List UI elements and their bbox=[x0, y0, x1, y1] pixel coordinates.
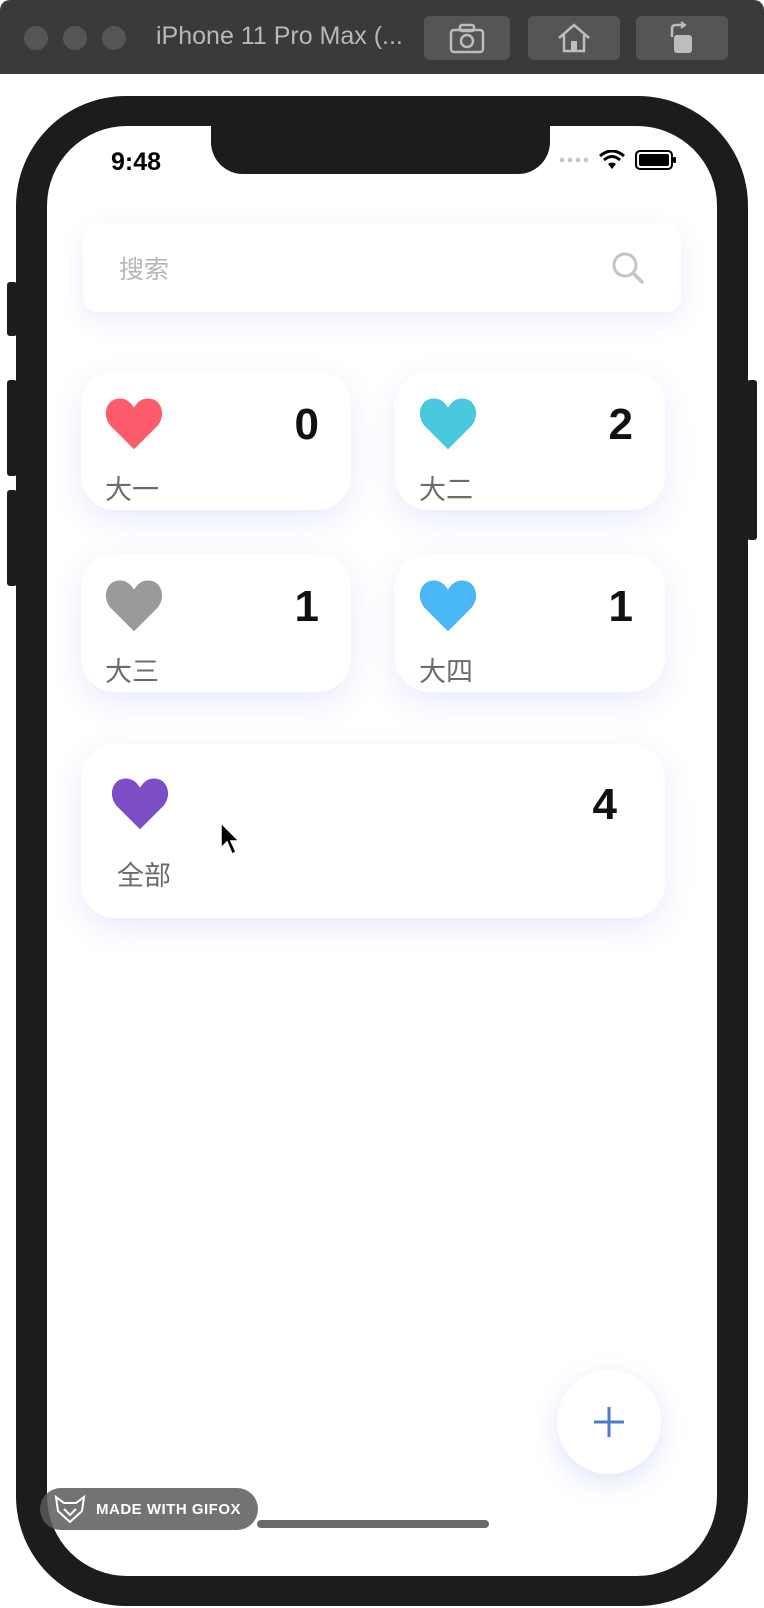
category-card-junior[interactable]: 1 大三 bbox=[81, 554, 351, 692]
category-card-senior[interactable]: 1 大四 bbox=[395, 554, 665, 692]
signal-icon bbox=[559, 157, 589, 163]
simulator-title-bar: iPhone 11 Pro Max (... bbox=[0, 0, 764, 74]
search-bar[interactable]: 搜索 bbox=[83, 224, 681, 312]
heart-icon bbox=[105, 398, 163, 450]
heart-icon bbox=[111, 778, 169, 830]
phone-frame: 9:48 搜索 0 大一 2 大二 1 大三 1 大四 4 全部 bbox=[7, 96, 757, 1606]
volume-down-button bbox=[7, 490, 17, 586]
app-screen: 9:48 搜索 0 大一 2 大二 1 大三 1 大四 4 全部 bbox=[47, 126, 717, 1576]
plus-icon bbox=[594, 1407, 624, 1437]
home-icon bbox=[558, 23, 590, 53]
home-indicator bbox=[257, 1520, 489, 1528]
gifox-watermark: MADE WITH GIFOX bbox=[40, 1488, 258, 1530]
category-label: 大四 bbox=[419, 657, 473, 687]
category-count: 1 bbox=[608, 582, 633, 631]
category-count: 0 bbox=[294, 400, 319, 449]
mouse-cursor-icon bbox=[220, 822, 241, 856]
heart-icon bbox=[105, 580, 163, 632]
all-count: 4 bbox=[592, 780, 617, 829]
category-label: 大二 bbox=[419, 475, 473, 505]
wifi-icon bbox=[599, 150, 625, 169]
category-label: 大一 bbox=[105, 475, 159, 505]
notch bbox=[211, 126, 550, 174]
status-icons bbox=[559, 150, 677, 170]
rotate-button[interactable] bbox=[636, 16, 728, 60]
home-button[interactable] bbox=[528, 16, 620, 60]
simulator-title: iPhone 11 Pro Max (... bbox=[156, 22, 403, 50]
category-card-all[interactable]: 4 全部 bbox=[81, 744, 665, 918]
category-count: 2 bbox=[608, 400, 633, 449]
camera-icon bbox=[449, 23, 485, 54]
heart-icon bbox=[419, 398, 477, 450]
status-time: 9:48 bbox=[111, 148, 162, 176]
add-button[interactable] bbox=[557, 1370, 661, 1474]
heart-icon bbox=[419, 580, 477, 632]
gifox-text: MADE WITH GIFOX bbox=[96, 1500, 241, 1518]
volume-up-button bbox=[7, 380, 17, 476]
minimize-window-button[interactable] bbox=[63, 26, 87, 50]
category-label: 大三 bbox=[105, 657, 159, 687]
category-card-sophomore[interactable]: 2 大二 bbox=[395, 372, 665, 510]
category-card-freshman[interactable]: 0 大一 bbox=[81, 372, 351, 510]
search-icon[interactable] bbox=[611, 251, 645, 285]
all-label: 全部 bbox=[117, 861, 171, 891]
fox-logo-icon bbox=[54, 1495, 86, 1523]
screenshot-button[interactable] bbox=[424, 16, 510, 60]
power-button bbox=[747, 380, 757, 540]
search-placeholder[interactable]: 搜索 bbox=[119, 250, 611, 286]
zoom-window-button[interactable] bbox=[102, 26, 126, 50]
battery-icon bbox=[635, 150, 676, 170]
category-count: 1 bbox=[294, 582, 319, 631]
close-window-button[interactable] bbox=[24, 26, 48, 50]
rotate-icon bbox=[670, 21, 692, 53]
mute-switch bbox=[7, 282, 17, 336]
